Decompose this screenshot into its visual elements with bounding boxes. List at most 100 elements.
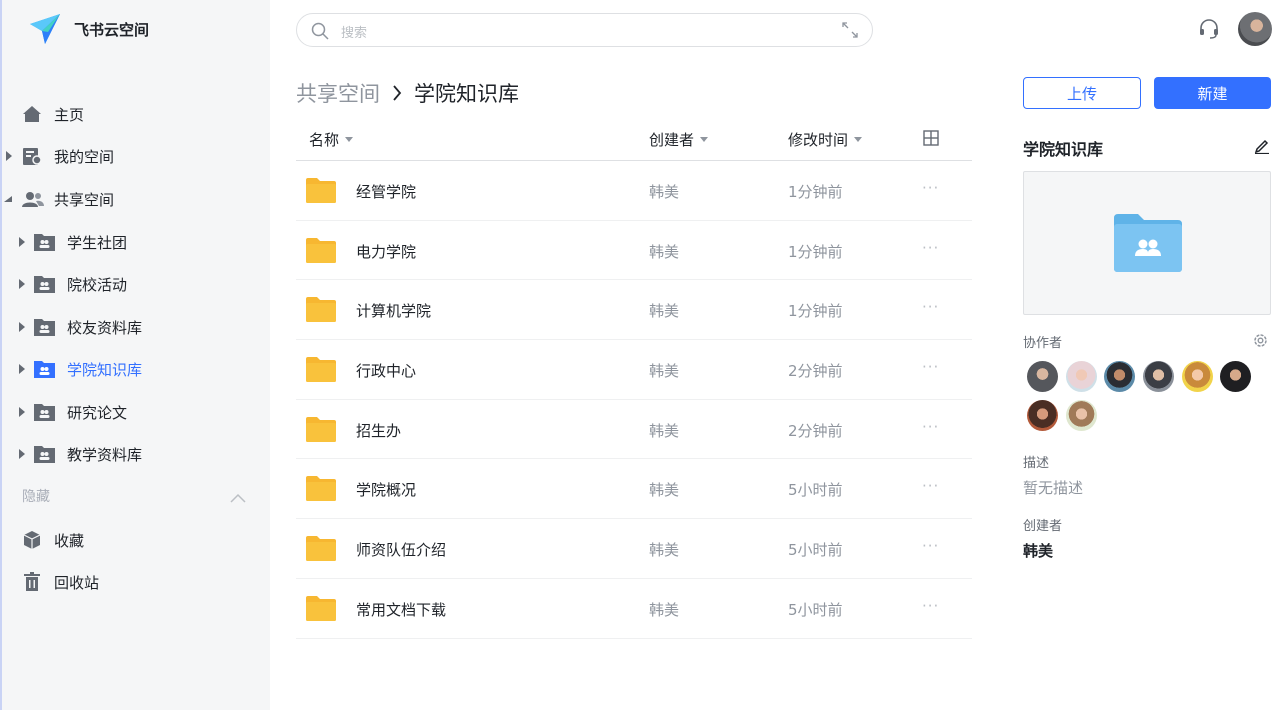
file-creator: 韩美 [649,600,680,619]
file-modified-time: 5小时前 [788,600,843,619]
table-header: 名称 创建者 修改时间 [296,118,972,161]
gear-icon[interactable] [1252,332,1269,353]
more-options-icon[interactable]: ··· [922,239,939,257]
search-bar[interactable]: 搜索 [296,13,873,47]
file-table: 名称 创建者 修改时间 经管学院 韩美 1分钟前 ··· 电力学院 韩美 1分钟… [296,118,972,639]
caret-right-icon[interactable] [17,407,27,417]
sidebar-item-my-space[interactable]: 我的空间 [2,138,270,174]
caret-right-icon[interactable] [17,279,27,289]
file-name: 经管学院 [356,183,417,201]
sidebar-item-research-papers[interactable]: 研究论文 [2,394,270,430]
more-options-icon[interactable]: ··· [922,358,939,376]
folder-icon [306,178,336,207]
column-header-name[interactable]: 名称 [309,129,354,150]
breadcrumb-parent[interactable]: 共享空间 [296,78,380,108]
collaborator-avatar[interactable] [1066,400,1097,431]
collaborator-avatar[interactable] [1104,361,1135,392]
folder-icon [306,297,336,326]
column-header-creator[interactable]: 创建者 [649,129,709,150]
table-row[interactable]: 学院概况 韩美 5小时前 ··· [296,459,972,520]
caret-right-icon[interactable] [4,151,14,161]
more-options-icon[interactable]: ··· [922,477,939,495]
table-row[interactable]: 计算机学院 韩美 1分钟前 ··· [296,280,972,341]
collaborator-avatar[interactable] [1066,361,1097,392]
table-row[interactable]: 师资队伍介绍 韩美 5小时前 ··· [296,519,972,579]
column-header-label: 修改时间 [788,131,849,149]
new-button[interactable]: 新建 [1154,77,1271,109]
column-header-label: 名称 [309,131,340,149]
user-avatar[interactable] [1238,12,1272,46]
table-row[interactable]: 招生办 韩美 2分钟前 ··· [296,400,972,460]
sort-caret-icon [854,137,863,142]
folder-icon [306,357,336,386]
description-label: 描述 [1023,456,1050,471]
sidebar-item-label: 我的空间 [54,147,115,166]
hidden-section-label: 隐藏 [22,489,50,505]
favorites-icon [23,530,41,550]
file-creator: 韩美 [649,421,680,440]
file-modified-time: 1分钟前 [788,302,843,321]
creator-value: 韩美 [1023,542,1054,560]
home-icon [22,105,42,123]
more-options-icon[interactable]: ··· [922,418,939,436]
file-creator: 韩美 [649,362,680,381]
file-modified-time: 5小时前 [788,481,843,500]
collaborator-avatar[interactable] [1027,361,1058,392]
table-row[interactable]: 常用文档下载 韩美 5小时前 ··· [296,579,972,639]
shared-space-icon [22,191,44,207]
breadcrumb: 共享空间 学院知识库 [296,78,519,108]
sidebar-item-campus-events[interactable]: 院校活动 [2,266,270,302]
file-modified-time: 5小时前 [788,541,843,560]
expand-icon[interactable] [842,22,858,42]
edit-icon[interactable] [1254,138,1270,158]
my-space-icon [22,147,42,166]
sidebar-item-teaching-library[interactable]: 教学资料库 [2,436,270,472]
sidebar-item-college-knowledge-base[interactable]: 学院知识库 [2,351,270,387]
caret-right-icon[interactable] [17,322,27,332]
more-options-icon[interactable]: ··· [922,597,939,615]
sidebar-item-alumni-library[interactable]: 校友资料库 [2,309,270,345]
sort-caret-icon [345,137,354,142]
grid-view-icon[interactable] [923,130,939,150]
headset-icon[interactable] [1198,18,1220,44]
search-input[interactable]: 搜索 [341,22,367,41]
sidebar-item-label: 收藏 [54,531,85,550]
folder-icon [306,237,336,267]
sidebar-item-shared-space[interactable]: 共享空间 [2,181,270,217]
shared-folder-large-icon [1114,214,1182,276]
more-options-icon[interactable]: ··· [922,179,939,197]
collaborators-label: 协作者 [1023,336,1063,351]
collaborator-avatar[interactable] [1182,361,1213,392]
sidebar-item-label: 共享空间 [54,190,115,209]
more-options-icon[interactable]: ··· [922,537,939,555]
caret-right-icon[interactable] [17,449,27,459]
upload-button[interactable]: 上传 [1023,77,1141,109]
column-header-modified[interactable]: 修改时间 [788,129,863,150]
more-options-icon[interactable]: ··· [922,298,939,316]
collaborator-avatar[interactable] [1143,361,1174,392]
caret-right-icon[interactable] [17,237,27,247]
caret-right-icon[interactable] [17,364,27,374]
file-creator: 韩美 [649,481,680,500]
breadcrumb-current: 学院知识库 [414,82,519,106]
app-logo[interactable]: 飞书云空间 [28,12,149,46]
folder-icon [306,476,336,505]
shared-folder-icon [34,233,55,251]
file-name: 行政中心 [356,362,417,381]
file-modified-time: 1分钟前 [788,183,843,201]
sidebar-item-favorites[interactable]: 收藏 [2,522,270,558]
description-value: 暂无描述 [1023,479,1084,497]
caret-down-icon[interactable] [3,194,13,204]
collaborator-avatar[interactable] [1220,361,1251,392]
folder-icon [306,595,336,625]
chevron-up-icon[interactable] [230,488,246,507]
paper-plane-logo-icon [30,14,60,44]
sidebar-item-trash[interactable]: 回收站 [2,564,270,600]
table-row[interactable]: 经管学院 韩美 1分钟前 ··· [296,161,972,221]
table-row[interactable]: 电力学院 韩美 1分钟前 ··· [296,221,972,281]
sidebar: 飞书云空间 主页 我的空间 共享空间 学生社团 院校活动 校友资料库 学院知识库… [0,0,270,710]
collaborator-avatar[interactable] [1027,400,1058,431]
sidebar-item-home[interactable]: 主页 [2,96,270,132]
sidebar-item-student-clubs[interactable]: 学生社团 [2,224,270,260]
table-row[interactable]: 行政中心 韩美 2分钟前 ··· [296,340,972,400]
